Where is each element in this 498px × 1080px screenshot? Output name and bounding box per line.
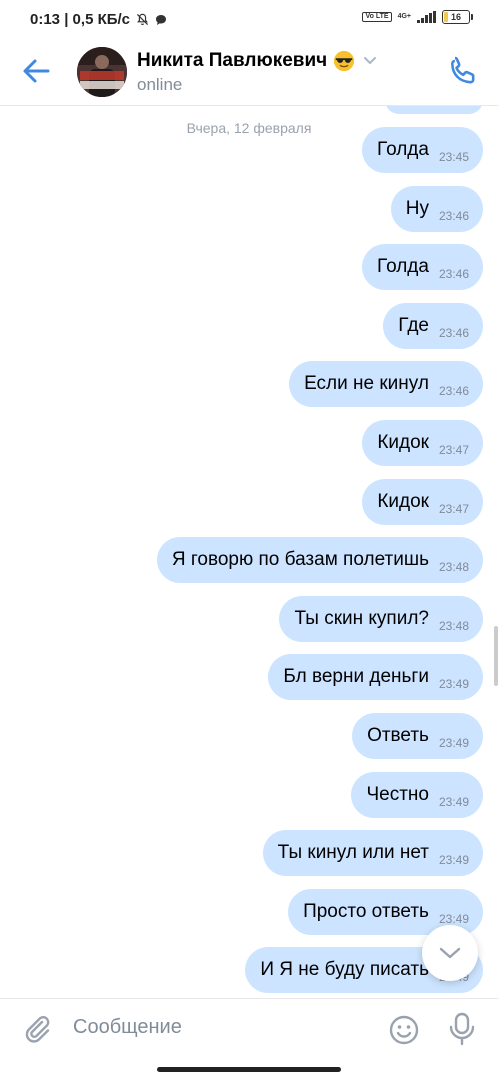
message-bubble[interactable]: Где 23:46 [383, 303, 483, 349]
phone-icon[interactable] [446, 54, 480, 88]
message-text: И Я не буду писать [260, 959, 429, 980]
battery-icon: 16 [442, 10, 473, 24]
message-time: 23:49 [438, 853, 469, 867]
message-time: 23:46 [438, 384, 469, 398]
status-time-speed: 0:13 | 0,5 КБ/с [30, 11, 167, 28]
message-time: 23:48 [438, 560, 469, 574]
scrollbar[interactable] [494, 626, 498, 686]
signal-icon [417, 11, 436, 23]
scroll-down-button[interactable] [422, 925, 478, 981]
message-text: Ты кинул или нет [277, 842, 429, 863]
message-text: Я говорю по базам полетишь [171, 549, 429, 570]
message-notification-icon [156, 14, 167, 25]
message-bubble[interactable]: Голда 23:45 [362, 127, 483, 173]
home-indicator[interactable] [157, 1067, 341, 1072]
message-bubble[interactable]: Ты кинул или нет 23:49 [262, 830, 483, 876]
message-input[interactable]: Сообщение [73, 1016, 182, 1039]
message-time: 23:49 [438, 912, 469, 926]
message-text: Ну [405, 198, 429, 219]
message-time: 23:45 [438, 150, 469, 164]
message-text: Кидок [377, 491, 429, 512]
message-bubble[interactable]: Ну 23:46 [390, 186, 483, 232]
mute-bell-icon [136, 13, 149, 26]
chevron-down-icon[interactable] [363, 56, 377, 66]
avatar[interactable] [77, 47, 127, 97]
message-text: Голда [377, 256, 429, 277]
message-bubble[interactable]: Я говорю по базам полетишь 23:48 [156, 537, 483, 583]
message-time: 23:46 [438, 267, 469, 281]
message-time: 23:49 [438, 677, 469, 691]
message-bubble[interactable]: Ты скин купил? 23:48 [279, 596, 483, 642]
sunglasses-emoji-icon [334, 50, 355, 72]
contact-name: Никита Павлюкевич [137, 50, 328, 71]
network-type: 4G+ [397, 13, 411, 20]
message-time: 23:47 [438, 443, 469, 457]
paperclip-icon[interactable] [20, 1013, 54, 1047]
back-arrow-icon[interactable] [18, 55, 54, 87]
message-bubble[interactable]: Кидок 23:47 [362, 479, 483, 525]
status-bar: 0:13 | 0,5 КБ/с Vo LTE 4G+ 16 [0, 0, 498, 40]
message-time: 23:46 [438, 209, 469, 223]
smile-icon[interactable] [387, 1013, 421, 1047]
message-bubble[interactable]: Бл верни деньги 23:49 [268, 654, 483, 700]
message-text: Если не кинул [304, 373, 429, 394]
message-time: 23:49 [438, 736, 469, 750]
battery-level: 16 [450, 12, 461, 22]
message-composer: Сообщение [0, 998, 498, 1061]
contact-status: online [137, 75, 183, 94]
message-text: Честно [366, 784, 429, 805]
message-time: 23:47 [438, 502, 469, 516]
message-text: Ты скин купил? [294, 608, 429, 629]
avatar-image [77, 47, 127, 97]
scroll-down-icon [439, 947, 461, 959]
message-bubble[interactable]: Кидок 23:47 [362, 420, 483, 466]
chat-header: Никита Павлюкевич online [0, 40, 498, 106]
message-time: 23:49 [438, 795, 469, 809]
status-indicators: Vo LTE 4G+ 16 [362, 10, 473, 24]
partial-message-bubble [385, 106, 483, 114]
volte-badge: Vo LTE [362, 12, 392, 22]
message-text: Ответь [367, 725, 429, 746]
message-time: 23:46 [438, 326, 469, 340]
status-time-text: 0:13 | 0,5 КБ/с [30, 11, 131, 28]
message-text: Кидок [377, 432, 429, 453]
message-text: Где [398, 315, 429, 336]
message-text: Голда [377, 139, 429, 160]
message-text: Бл верни деньги [283, 666, 429, 687]
contact-title[interactable]: Никита Павлюкевич [137, 50, 377, 72]
microphone-icon[interactable] [447, 1011, 477, 1047]
message-bubble[interactable]: Честно 23:49 [351, 772, 483, 818]
message-bubble[interactable]: Ответь 23:49 [352, 713, 483, 759]
message-time: 23:48 [438, 619, 469, 633]
message-text: Просто ответь [303, 901, 429, 922]
message-bubble[interactable]: Голда 23:46 [362, 244, 483, 290]
message-bubble[interactable]: Если не кинул 23:46 [289, 361, 483, 407]
message-list[interactable]: Вчера, 12 февраля Голда 23:45 Ну 23:46 Голда… [0, 106, 498, 998]
